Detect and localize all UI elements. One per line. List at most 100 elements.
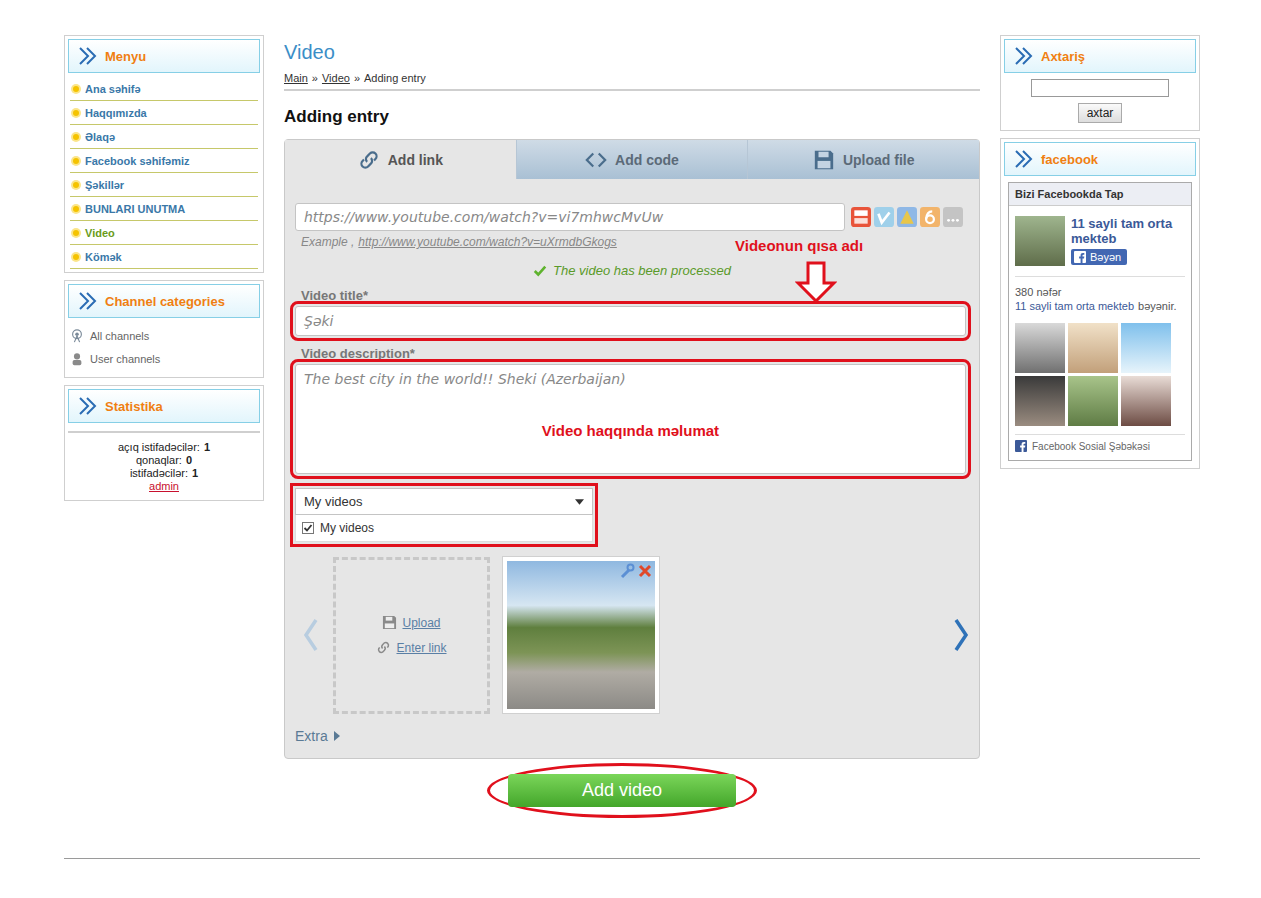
fan-photo[interactable]	[1121, 376, 1171, 426]
add-video-button[interactable]: Add video	[508, 774, 736, 807]
upload-link[interactable]: Upload	[382, 615, 440, 630]
menu-item[interactable]: Video	[70, 221, 258, 245]
chevron-icon	[1013, 149, 1035, 169]
prev-arrow-icon[interactable]	[303, 618, 319, 652]
layout: MenyuAna səhifəHaqqımızdaƏlaqəFacebook s…	[64, 35, 1200, 818]
thumbnail-photo	[507, 561, 655, 709]
search-box: Axtariş axtar	[1000, 35, 1200, 131]
menu-list: Ana səhifəHaqqımızdaƏlaqəFacebook səhifə…	[68, 77, 260, 269]
channel-select[interactable]: My videos	[295, 488, 593, 515]
likes-text: 380 nəfər11 sayli tam orta mektebbəyənir…	[1015, 276, 1185, 319]
fan-photo[interactable]	[1068, 376, 1118, 426]
fan-photo[interactable]	[1015, 323, 1065, 373]
chevron-icon	[77, 291, 99, 311]
categories-list: All channelsUser channels	[68, 318, 260, 374]
delete-icon[interactable]	[637, 563, 653, 579]
breadcrumb-item[interactable]: Main	[284, 72, 308, 84]
stat-line: açıq istifadəcilər:1	[68, 441, 260, 454]
search-form: axtar	[1004, 73, 1196, 127]
code-icon	[585, 149, 607, 171]
antenna-icon	[70, 329, 84, 343]
entry-panel: Add linkAdd codeUpload file https://www.y…	[284, 139, 980, 759]
stats-box: Statistika açıq istifadəcilər:1qonaqlar:0…	[64, 385, 264, 501]
video-thumbnail[interactable]	[502, 556, 660, 714]
tick-icon	[303, 523, 313, 533]
facebook-box: facebookBizi Facebookda Tap11 sayli tam …	[1000, 138, 1200, 469]
tab[interactable]: Add link	[285, 140, 516, 179]
stats-header: Statistika	[68, 389, 260, 423]
menu-item[interactable]: Əlaqə	[70, 125, 258, 149]
breadcrumb: Main»Video»Adding entry	[284, 72, 980, 91]
facebook-icon	[1074, 251, 1086, 263]
title-label: Video title*	[301, 288, 969, 303]
wrench-icon[interactable]	[619, 563, 635, 579]
tab[interactable]: Add code	[516, 140, 748, 179]
stat-line: qonaqlar:0	[68, 454, 260, 467]
example-text: Example ,http://www.youtube.com/watch?v=…	[301, 235, 969, 249]
sun-icon	[73, 206, 79, 212]
search-input[interactable]	[1031, 79, 1169, 97]
chevron-icon	[77, 396, 99, 416]
description-input[interactable]: The best city in the world!! Sheki (Azer…	[295, 364, 966, 474]
section-heading: Adding entry	[284, 107, 980, 127]
fan-photo[interactable]	[1015, 376, 1065, 426]
service-six-icon[interactable]	[920, 207, 940, 227]
vimeo-icon[interactable]	[874, 207, 894, 227]
sun-icon	[73, 86, 79, 92]
upload-dropzone[interactable]: Upload Enter link	[333, 557, 490, 714]
fan-photos	[1009, 319, 1191, 434]
tab-bar: Add linkAdd codeUpload file	[285, 140, 979, 179]
submit-row: Add video	[284, 763, 980, 818]
menu-item[interactable]: Kömək	[70, 245, 258, 269]
page-card: 11 sayli tam orta mekteb Bəyən	[1009, 206, 1191, 276]
tab[interactable]: Upload file	[747, 140, 979, 179]
sun-icon	[73, 110, 79, 116]
panel-body: https://www.youtube.com/watch?v=vi7mhwcM…	[285, 179, 979, 758]
channel-options: My videos	[295, 515, 593, 542]
more-icon[interactable]	[943, 207, 963, 227]
user-icon	[70, 352, 84, 366]
admin-link[interactable]: admin	[68, 480, 260, 493]
right-sidebar: Axtariş axtar facebookBizi Facebookda Tap1…	[1000, 35, 1200, 469]
menu-item[interactable]: Şəkillər	[70, 173, 258, 197]
url-input[interactable]: https://www.youtube.com/watch?v=vi7mhwcM…	[295, 203, 845, 231]
title-annotation: Videonun qısa adı	[735, 237, 863, 254]
check-icon	[533, 264, 547, 278]
fan-photo[interactable]	[1068, 323, 1118, 373]
search-header: Axtariş	[1004, 39, 1196, 73]
menu-item[interactable]: BUNLARI UNUTMA	[70, 197, 258, 221]
breadcrumb-item[interactable]: Video	[322, 72, 350, 84]
channel-dropdown: My videos My videos	[295, 488, 593, 542]
service-icons	[851, 207, 969, 227]
category-item[interactable]: User channels	[70, 347, 258, 370]
menu-item[interactable]: Ana səhifə	[70, 77, 258, 101]
checkbox[interactable]	[302, 522, 314, 534]
youtube-icon[interactable]	[851, 207, 871, 227]
highlight-ellipse: Add video	[487, 763, 757, 818]
menu-item[interactable]: Facebook səhifəmiz	[70, 149, 258, 173]
page: MenyuAna səhifəHaqqımızdaƏlaqəFacebook s…	[0, 0, 1200, 859]
enter-link[interactable]: Enter link	[376, 640, 446, 655]
sun-icon	[73, 182, 79, 188]
page-name[interactable]: 11 sayli tam orta mekteb	[1071, 216, 1185, 246]
fan-photo[interactable]	[1121, 323, 1171, 373]
sun-icon	[73, 254, 79, 260]
service-icon[interactable]	[897, 207, 917, 227]
example-link[interactable]: http://www.youtube.com/watch?v=uXrmdbGko…	[358, 235, 616, 249]
facebook-widget: Bizi Facebookda Tap11 sayli tam orta mek…	[1008, 182, 1192, 461]
extra-toggle[interactable]: Extra	[295, 728, 969, 744]
channel-option[interactable]: My videos	[302, 521, 586, 535]
menu-item[interactable]: Haqqımızda	[70, 101, 258, 125]
next-arrow-icon[interactable]	[953, 618, 969, 652]
url-row: https://www.youtube.com/watch?v=vi7mhwcM…	[295, 203, 969, 231]
page-photo[interactable]	[1015, 216, 1065, 266]
facebook-icon	[1015, 440, 1027, 452]
search-button[interactable]: axtar	[1078, 103, 1123, 123]
like-button[interactable]: Bəyən	[1071, 249, 1127, 265]
footer-rule	[64, 858, 1200, 859]
chevron-icon	[1013, 46, 1035, 66]
categories-box: Channel categoriesAll channelsUser chann…	[64, 280, 264, 378]
category-item[interactable]: All channels	[70, 324, 258, 347]
title-input[interactable]: Şəki	[295, 306, 966, 336]
chevron-icon	[77, 46, 99, 66]
